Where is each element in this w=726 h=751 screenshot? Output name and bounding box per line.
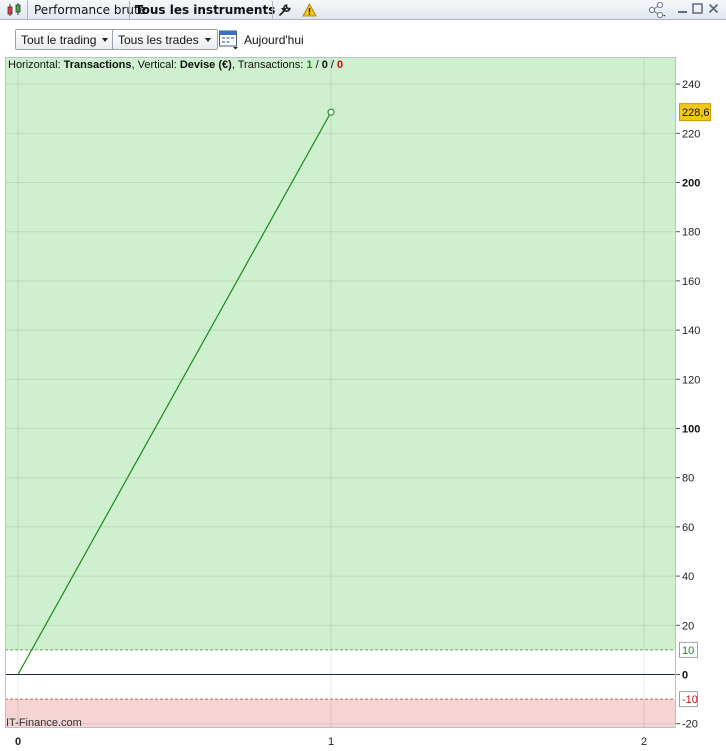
trading-filter-dropdown[interactable]: Tout le trading	[15, 29, 116, 50]
watermark: IT-Finance.com	[6, 717, 82, 729]
instruments-dropdown-label: Tous les instruments	[135, 3, 276, 17]
chart-canvas[interactable]: 240220200180160140120100806040200-2010-1…	[0, 57, 726, 751]
y-tick-label: 240	[682, 79, 700, 91]
today-label[interactable]: Aujourd'hui	[244, 33, 304, 47]
y-tick-label: 120	[682, 374, 700, 386]
candlestick-icon	[6, 0, 24, 20]
y-tick-label: 140	[682, 325, 700, 337]
trades-filter-label: Tous les trades	[118, 32, 199, 47]
chevron-down-icon	[204, 37, 211, 42]
separator: /	[330, 59, 334, 71]
y-tick-label: 0	[682, 670, 688, 682]
chart-header: Horizontal: Transactions, Vertical: Devi…	[8, 59, 343, 71]
neutral-count: 0	[321, 59, 328, 71]
x-tick-label: 2	[641, 736, 647, 748]
comma: ,	[231, 59, 235, 71]
profit-zone	[5, 57, 676, 650]
data-point	[327, 108, 335, 116]
y-tick-label: 220	[682, 128, 700, 140]
winning-count: 1	[306, 59, 313, 71]
vertical-value: Devise (€)	[179, 59, 232, 71]
y-tick-label: 80	[682, 473, 694, 485]
chevron-down-icon	[102, 37, 109, 42]
instruments-dropdown[interactable]: Tous les instruments	[135, 0, 288, 20]
y-tick-label: 40	[682, 571, 694, 583]
x-tick-label: 1	[328, 736, 334, 748]
maximize-icon[interactable]	[692, 2, 703, 20]
performance-chart[interactable]: 240 220 200 180 160 140 120 100 80 60 40 20 0 -20 10 -1…	[0, 57, 726, 751]
y-tick-label: -20	[682, 719, 698, 731]
trades-filter-dropdown[interactable]: Tous les trades	[112, 29, 218, 50]
losing-count: 0	[337, 59, 344, 71]
horizontal-value: Transactions	[63, 59, 132, 71]
vertical-label: Vertical:	[137, 59, 177, 71]
upper-threshold-badge: 10	[682, 645, 694, 657]
y-tick-label: 20	[682, 620, 694, 632]
y-tick-label: 100	[682, 424, 700, 436]
y-tick-label: 180	[682, 227, 700, 239]
y-tick-label: 200	[682, 178, 700, 190]
x-tick-label: 0	[15, 736, 21, 748]
last-value-badge: 228,6	[682, 107, 710, 119]
calendar-icon[interactable]	[218, 28, 240, 53]
y-tick-label: 60	[682, 522, 694, 534]
share-icon[interactable]	[648, 0, 668, 20]
transactions-label: Transactions:	[237, 59, 304, 71]
comma: ,	[131, 59, 135, 71]
y-tick-label: 160	[682, 276, 700, 288]
close-icon[interactable]	[708, 2, 719, 20]
toolbar: Tout le trading Tous les trades Aujourd'…	[0, 21, 726, 57]
lower-threshold-badge: -10	[682, 694, 698, 706]
minimize-icon[interactable]	[677, 2, 688, 20]
warning-icon[interactable]	[302, 0, 317, 20]
horizontal-label: Horizontal:	[8, 59, 61, 71]
trading-filter-label: Tout le trading	[21, 32, 97, 47]
separator: /	[315, 59, 319, 71]
wrench-icon[interactable]	[278, 0, 292, 20]
title-bar: Performance brute Tous les instruments	[0, 0, 726, 20]
